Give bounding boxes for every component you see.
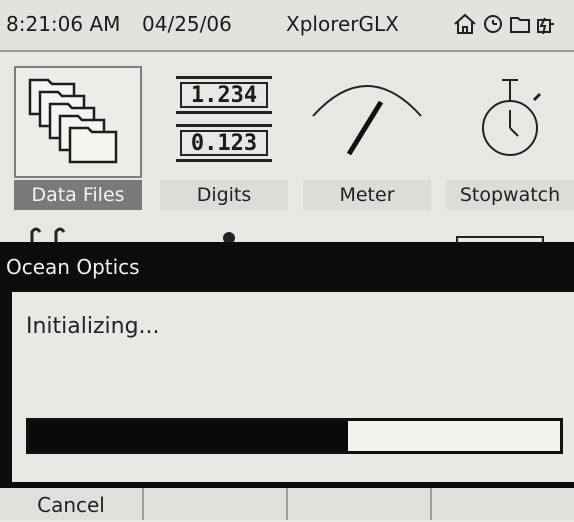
dialog-body: Initializing... [12,292,574,482]
clock-icon[interactable] [482,12,504,36]
clock-date: 04/25/06 [142,12,232,36]
hidden-app-tile [26,222,86,244]
dialog-title: Ocean Optics [6,255,140,279]
data-files-icon [14,66,142,178]
status-icons [452,12,556,36]
digits-value-2: 0.123 [180,130,268,156]
app-label: Stopwatch [446,180,574,210]
status-bar: 8:21:06 AM 04/25/06 XplorerGLX [0,0,574,52]
softkey-2[interactable] [144,488,288,520]
folder-icon[interactable] [508,12,532,36]
status-message: Initializing... [26,314,160,339]
meter-icon [303,66,431,178]
progress-fill [29,421,348,451]
stopwatch-icon [446,66,574,178]
app-tile-meter[interactable]: Meter [303,66,431,210]
clock-time: 8:21:06 AM [6,12,121,36]
softkey-bar: Cancel [0,488,574,520]
app-tile-stopwatch[interactable]: Stopwatch [446,66,574,210]
app-title: XplorerGLX [286,12,399,36]
softkey-4[interactable] [432,488,574,520]
home-icon[interactable] [452,12,478,36]
app-label: Meter [303,180,431,210]
digits-value-1: 1.234 [180,82,268,108]
app-tile-digits[interactable]: 1.234 0.123 Digits [160,66,288,210]
progress-bar [26,418,563,454]
battery-icon [536,12,556,36]
app-label: Data Files [14,180,142,210]
app-label: Digits [160,180,288,210]
hidden-app-tile [214,222,244,244]
softkey-3[interactable] [288,488,432,520]
cancel-button[interactable]: Cancel [0,488,144,520]
app-tile-data-files[interactable]: Data Files [14,66,142,210]
ocean-optics-dialog: Ocean Optics Initializing... [0,242,574,488]
digits-icon: 1.234 0.123 [160,66,288,178]
hidden-app-tile [456,222,546,244]
